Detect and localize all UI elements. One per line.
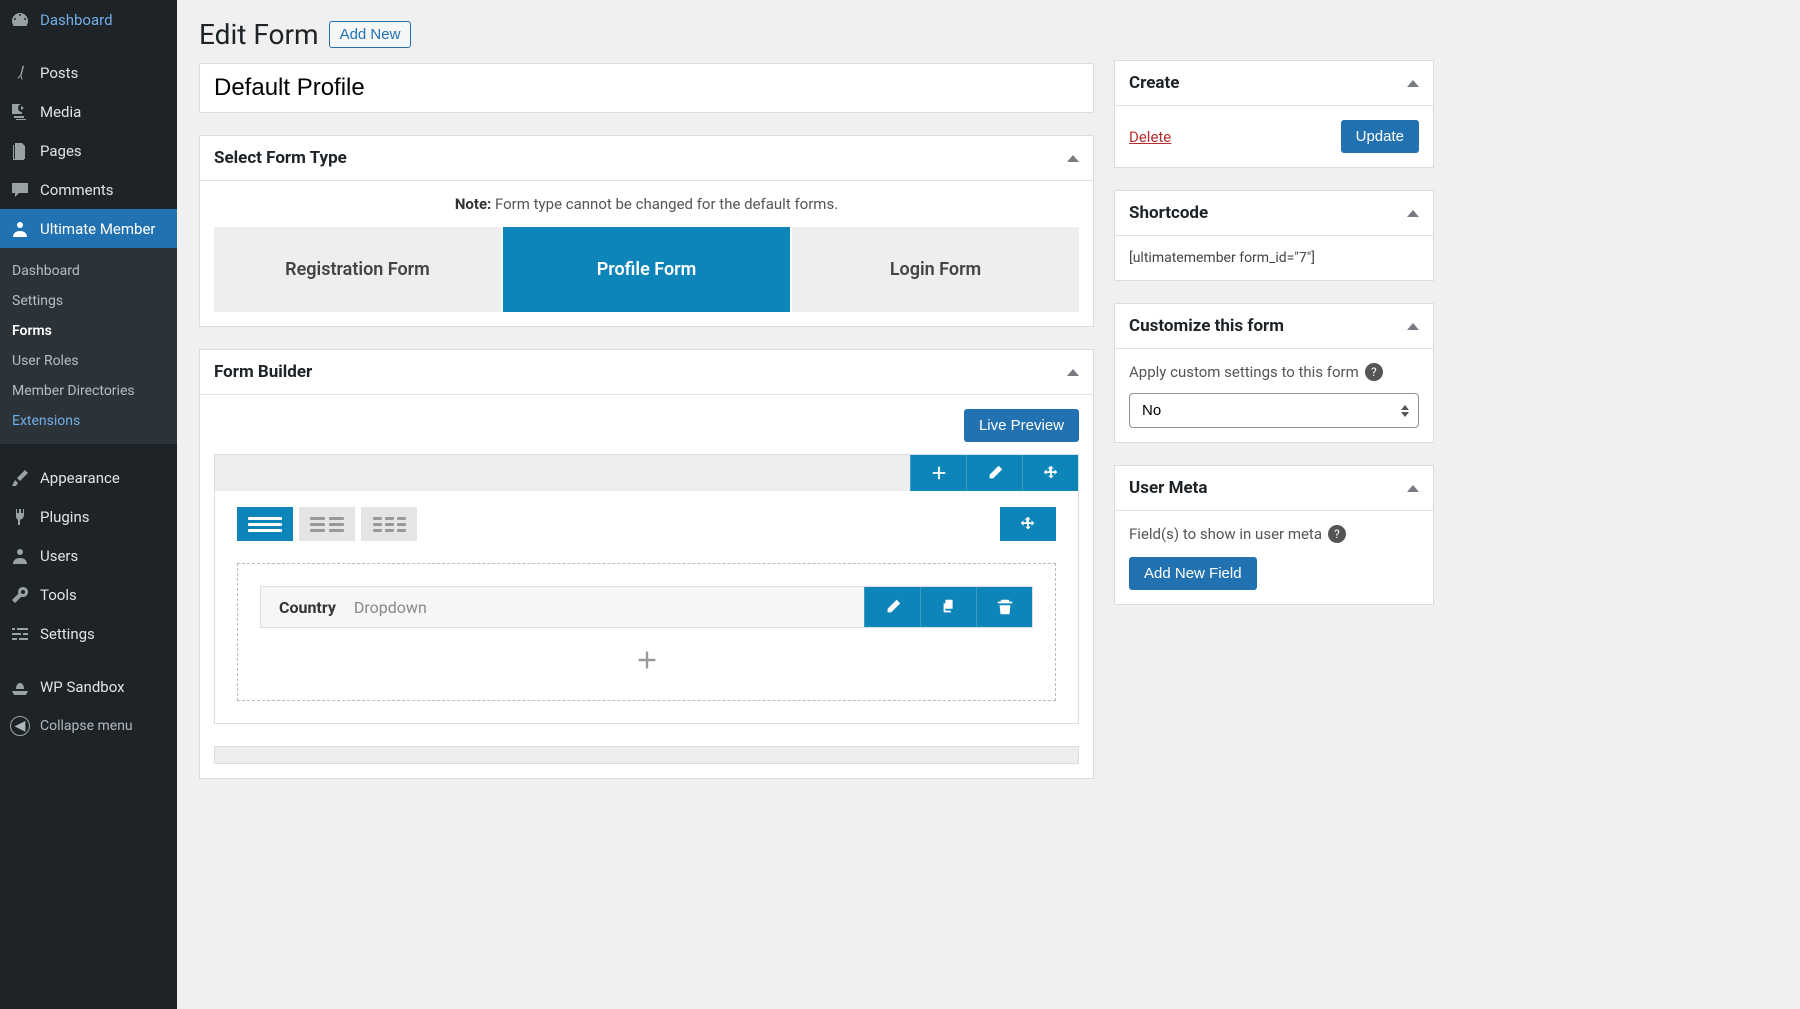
field-duplicate-button[interactable] <box>920 587 976 627</box>
sliders-icon <box>10 624 30 644</box>
field-edit-button[interactable] <box>864 587 920 627</box>
sidebar-item-ultimate-member[interactable]: Ultimate Member <box>0 209 177 248</box>
sidebar-sub-dashboard[interactable]: Dashboard <box>0 256 177 286</box>
customize-panel: Customize this form Apply custom setting… <box>1114 303 1434 443</box>
panel-toggle[interactable] <box>1407 210 1419 217</box>
sidebar-sub-forms[interactable]: Forms <box>0 316 177 346</box>
form-title-input[interactable] <box>199 63 1094 113</box>
sidebar-label: Settings <box>40 625 95 643</box>
sidebar-label: Dashboard <box>40 11 113 29</box>
sandbox-icon <box>10 677 30 697</box>
sidebar-item-dashboard[interactable]: Dashboard <box>0 0 177 39</box>
sidebar-item-settings[interactable]: Settings <box>0 614 177 653</box>
collapse-label: Collapse menu <box>40 718 133 734</box>
shortcode-text: [ultimatemember form_id="7"] <box>1129 250 1315 266</box>
form-builder-panel: Form Builder Live Preview <box>199 349 1094 779</box>
customize-label: Apply custom settings to this form <box>1129 363 1359 381</box>
sidebar-label: Users <box>40 547 78 565</box>
live-preview-button[interactable]: Live Preview <box>964 409 1079 442</box>
sidebar-item-plugins[interactable]: Plugins <box>0 497 177 536</box>
collapse-menu[interactable]: ◀ Collapse menu <box>0 706 177 746</box>
sidebar-item-media[interactable]: Media <box>0 92 177 131</box>
sidebar-item-pages[interactable]: Pages <box>0 131 177 170</box>
column-move-button[interactable] <box>1000 507 1056 541</box>
create-panel: Create Delete Update <box>1114 60 1434 168</box>
sidebar-label: Tools <box>40 586 77 604</box>
user-icon <box>10 546 30 566</box>
field-type: Dropdown <box>354 598 427 617</box>
sidebar-item-appearance[interactable]: Appearance <box>0 458 177 497</box>
brush-icon <box>10 468 30 488</box>
plug-icon <box>10 507 30 527</box>
update-button[interactable]: Update <box>1341 120 1419 153</box>
sidebar-item-users[interactable]: Users <box>0 536 177 575</box>
dashboard-icon <box>10 10 30 30</box>
admin-sidebar: Dashboard Posts Media Pages Comments Ult… <box>0 0 177 1009</box>
sidebar-sub-user-roles[interactable]: User Roles <box>0 346 177 376</box>
sidebar-submenu: Dashboard Settings Forms User Roles Memb… <box>0 248 177 444</box>
person-icon <box>10 219 30 239</box>
field-row-country: Country Dropdown <box>260 586 1033 628</box>
delete-link[interactable]: Delete <box>1129 128 1171 146</box>
field-delete-button[interactable] <box>976 587 1032 627</box>
field-name: Country <box>279 598 336 617</box>
sidebar-sub-settings[interactable]: Settings <box>0 286 177 316</box>
usermeta-label: Field(s) to show in user meta <box>1129 525 1322 543</box>
add-new-button[interactable]: Add New <box>329 21 412 48</box>
wrench-icon <box>10 585 30 605</box>
sidebar-label: Plugins <box>40 508 89 526</box>
sidebar-sub-extensions[interactable]: Extensions <box>0 406 177 436</box>
select-form-type-panel: Select Form Type Note: Form type cannot … <box>199 135 1094 327</box>
page-title: Edit Form <box>199 18 319 51</box>
sidebar-item-wp-sandbox[interactable]: WP Sandbox <box>0 667 177 706</box>
panel-heading: Shortcode <box>1129 203 1208 223</box>
row-move-button[interactable] <box>1022 455 1078 491</box>
sidebar-item-comments[interactable]: Comments <box>0 170 177 209</box>
collapse-icon: ◀ <box>10 716 30 736</box>
row-add-button[interactable] <box>910 455 966 491</box>
builder-row-placeholder <box>214 746 1079 764</box>
row-edit-button[interactable] <box>966 455 1022 491</box>
panel-heading: Customize this form <box>1129 316 1284 336</box>
usermeta-panel: User Meta Field(s) to show in user meta?… <box>1114 465 1434 605</box>
pin-icon <box>10 63 30 83</box>
sidebar-label: Comments <box>40 181 114 199</box>
panel-toggle[interactable] <box>1067 369 1079 376</box>
form-type-login[interactable]: Login Form <box>792 227 1079 312</box>
panel-heading: Create <box>1129 73 1179 93</box>
shortcode-panel: Shortcode [ultimatemember form_id="7"] <box>1114 190 1434 281</box>
panel-toggle[interactable] <box>1067 155 1079 162</box>
panel-toggle[interactable] <box>1407 323 1419 330</box>
add-new-field-button[interactable]: Add New Field <box>1129 557 1257 590</box>
panel-toggle[interactable] <box>1407 485 1419 492</box>
builder-canvas: Country Dropdown <box>214 454 1079 724</box>
sidebar-label: Pages <box>40 142 82 160</box>
layout-three-col[interactable] <box>361 507 417 541</box>
panel-toggle[interactable] <box>1407 80 1419 87</box>
sidebar-label: Appearance <box>40 469 120 487</box>
media-icon <box>10 102 30 122</box>
form-type-profile[interactable]: Profile Form <box>503 227 790 312</box>
sidebar-item-tools[interactable]: Tools <box>0 575 177 614</box>
sidebar-item-posts[interactable]: Posts <box>0 53 177 92</box>
form-type-registration[interactable]: Registration Form <box>214 227 501 312</box>
panel-heading: User Meta <box>1129 478 1207 498</box>
panel-heading: Select Form Type <box>214 148 347 168</box>
form-type-note: Note: Form type cannot be changed for th… <box>214 195 1079 213</box>
sidebar-label: WP Sandbox <box>40 678 125 696</box>
sidebar-label: Posts <box>40 64 78 82</box>
panel-heading: Form Builder <box>214 362 312 382</box>
sidebar-sub-member-directories[interactable]: Member Directories <box>0 376 177 406</box>
comment-icon <box>10 180 30 200</box>
custom-settings-select[interactable]: No <box>1129 393 1419 428</box>
help-icon[interactable]: ? <box>1365 363 1383 381</box>
layout-two-col[interactable] <box>299 507 355 541</box>
sidebar-label: Ultimate Member <box>40 220 156 238</box>
add-field-button[interactable] <box>260 642 1033 678</box>
sidebar-label: Media <box>40 103 81 121</box>
layout-one-col[interactable] <box>237 507 293 541</box>
pages-icon <box>10 141 30 161</box>
help-icon[interactable]: ? <box>1328 525 1346 543</box>
